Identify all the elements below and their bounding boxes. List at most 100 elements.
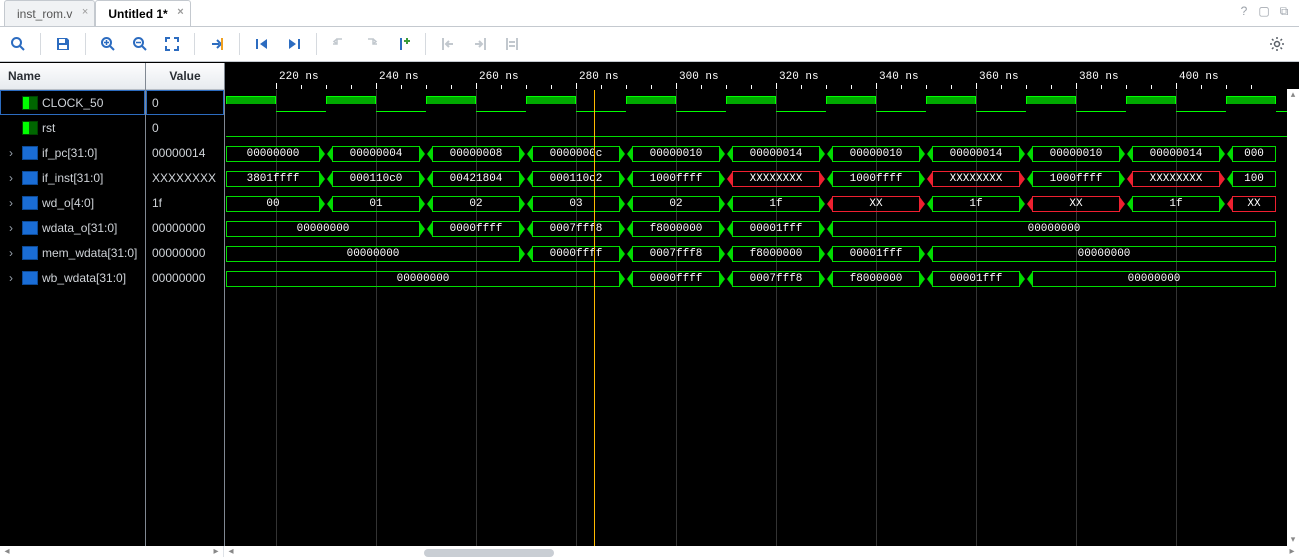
close-icon[interactable]: × [82, 6, 88, 18]
signal-row[interactable]: ›wd_o[4:0] [0, 190, 145, 215]
save-icon[interactable] [51, 32, 75, 56]
scroll-right-icon[interactable]: ▸ [209, 546, 223, 557]
close-icon[interactable]: × [177, 6, 183, 18]
signal-row[interactable]: › if_pc[31:0] [0, 140, 145, 165]
signal-value: 1f [146, 190, 224, 215]
ruler-tick: 260 ns [479, 72, 519, 83]
expand-icon[interactable]: › [6, 146, 16, 160]
zoom-in-icon[interactable] [96, 32, 120, 56]
window-controls: ? ▢ ⧉ [1237, 4, 1291, 18]
last-edge-icon[interactable] [282, 32, 306, 56]
signal-value: 00000000 [146, 265, 224, 290]
signal-name: mem_wdata[31:0] [42, 246, 137, 260]
vertical-scrollbar[interactable]: ▴ ▾ [1287, 89, 1299, 546]
signal-name: CLOCK_50 [42, 96, 103, 110]
signal-value: 0 [146, 115, 224, 140]
prev-marker-icon[interactable] [436, 32, 460, 56]
waveform-row: 3801ffff000110c000421804000110c21000ffff… [226, 167, 1299, 192]
bus-segment: 00000000 [226, 246, 520, 262]
tab-label: Untitled 1* [108, 7, 167, 21]
signal-type-icon [22, 171, 38, 185]
tab-untitled[interactable]: Untitled 1* × [95, 0, 190, 26]
scroll-left-icon[interactable]: ◂ [0, 546, 14, 557]
signal-row[interactable]: ›wdata_o[31:0] [0, 215, 145, 240]
next-transition-icon[interactable] [359, 32, 383, 56]
signal-type-icon [22, 196, 38, 210]
signal-value: 00000000 [146, 240, 224, 265]
ruler-tick: 300 ns [679, 72, 719, 83]
waveform-row [226, 117, 1299, 142]
popout-icon[interactable]: ⧉ [1277, 4, 1291, 18]
bus-segment: 00000000 [226, 271, 620, 287]
value-column-header[interactable]: Value [146, 63, 224, 90]
settings-icon[interactable] [1265, 32, 1289, 56]
horizontal-scrollbars: ◂▸ ◂ ▸ [0, 546, 1299, 557]
signal-row[interactable]: ›wb_wdata[31:0] [0, 265, 145, 290]
bus-segment: 00000000 [226, 146, 320, 162]
bus-segment: 00001fff [832, 246, 920, 262]
signal-row[interactable]: › mem_wdata[31:0] [0, 240, 145, 265]
signal-row[interactable]: CLOCK_50 [0, 90, 145, 115]
bus-segment: 000 [1232, 146, 1276, 162]
expand-icon[interactable]: › [6, 246, 16, 260]
waveform-row [226, 92, 1299, 117]
bus-segment: 00421804 [432, 171, 520, 187]
signal-type-icon [22, 271, 38, 285]
first-edge-icon[interactable] [250, 32, 274, 56]
scroll-down-icon[interactable]: ▾ [1291, 534, 1296, 546]
bus-segment: 00000014 [732, 146, 820, 162]
name-hscroll[interactable]: ◂▸ [0, 546, 224, 557]
wave-hscroll[interactable]: ◂ ▸ [224, 546, 1299, 557]
tab-bar: inst_rom.v× Untitled 1* × ? ▢ ⧉ [0, 0, 1299, 27]
signal-type-icon [22, 146, 38, 160]
bus-segment: 00000010 [1032, 146, 1120, 162]
scrollbar-thumb[interactable] [424, 549, 554, 557]
bus-segment: 0000ffff [432, 221, 520, 237]
bus-segment: XX [1232, 196, 1276, 212]
waveform-row: 000000000000ffff0007fff8f800000000001fff… [226, 242, 1299, 267]
value-panel: Value 0000000014XXXXXXXX1f00000000000000… [146, 63, 225, 546]
signal-row[interactable]: ›if_inst[31:0] [0, 165, 145, 190]
maximize-icon[interactable]: ▢ [1257, 4, 1271, 18]
tab-inst-rom[interactable]: inst_rom.v× [4, 0, 95, 26]
bus-segment: 03 [532, 196, 620, 212]
name-panel: Name CLOCK_50rst › if_pc[31:0] ›if_inst[31:… [0, 63, 146, 546]
toolbar [0, 27, 1299, 62]
waveform-area[interactable]: 0000000000000004000000080000000c00000010… [226, 90, 1299, 546]
bus-segment: 00000000 [1032, 271, 1276, 287]
add-marker-icon[interactable] [391, 32, 415, 56]
bus-segment: XXXXXXXX [932, 171, 1020, 187]
zoom-fit-icon[interactable] [160, 32, 184, 56]
time-cursor[interactable] [594, 90, 595, 546]
signal-name: if_pc[31:0] [42, 146, 97, 160]
signal-type-icon [22, 121, 38, 135]
expand-icon[interactable]: › [6, 271, 16, 285]
bus-segment: 00000000 [226, 221, 420, 237]
signal-type-icon [22, 246, 38, 260]
signal-row[interactable]: rst [0, 115, 145, 140]
search-icon[interactable] [6, 32, 30, 56]
expand-icon[interactable]: › [6, 196, 16, 210]
help-icon[interactable]: ? [1237, 4, 1251, 18]
signal-value: XXXXXXXX [146, 165, 224, 190]
next-marker-icon[interactable] [468, 32, 492, 56]
bus-segment: 00000010 [632, 146, 720, 162]
bus-segment: 0000ffff [632, 271, 720, 287]
expand-icon[interactable]: › [6, 171, 16, 185]
zoom-out-icon[interactable] [128, 32, 152, 56]
scroll-up-icon[interactable]: ▴ [1291, 89, 1296, 101]
name-column-header[interactable]: Name [0, 63, 145, 90]
bus-segment: f8000000 [632, 221, 720, 237]
prev-transition-icon[interactable] [327, 32, 351, 56]
bus-segment: 0007fff8 [532, 221, 620, 237]
scroll-right-icon[interactable]: ▸ [1285, 546, 1299, 557]
bus-segment: 00001fff [732, 221, 820, 237]
waveform-row: 00000000 0000ffff 0007fff8 f8000000 00001fff… [226, 217, 1299, 242]
scroll-left-icon[interactable]: ◂ [224, 546, 238, 557]
goto-cursor-icon[interactable] [205, 32, 229, 56]
bus-segment: 1f [1132, 196, 1220, 212]
bus-segment: 100 [1232, 171, 1276, 187]
swap-markers-icon[interactable] [500, 32, 524, 56]
expand-icon[interactable]: › [6, 221, 16, 235]
time-ruler[interactable]: 220 ns240 ns260 ns280 ns300 ns320 ns340 … [226, 63, 1299, 90]
